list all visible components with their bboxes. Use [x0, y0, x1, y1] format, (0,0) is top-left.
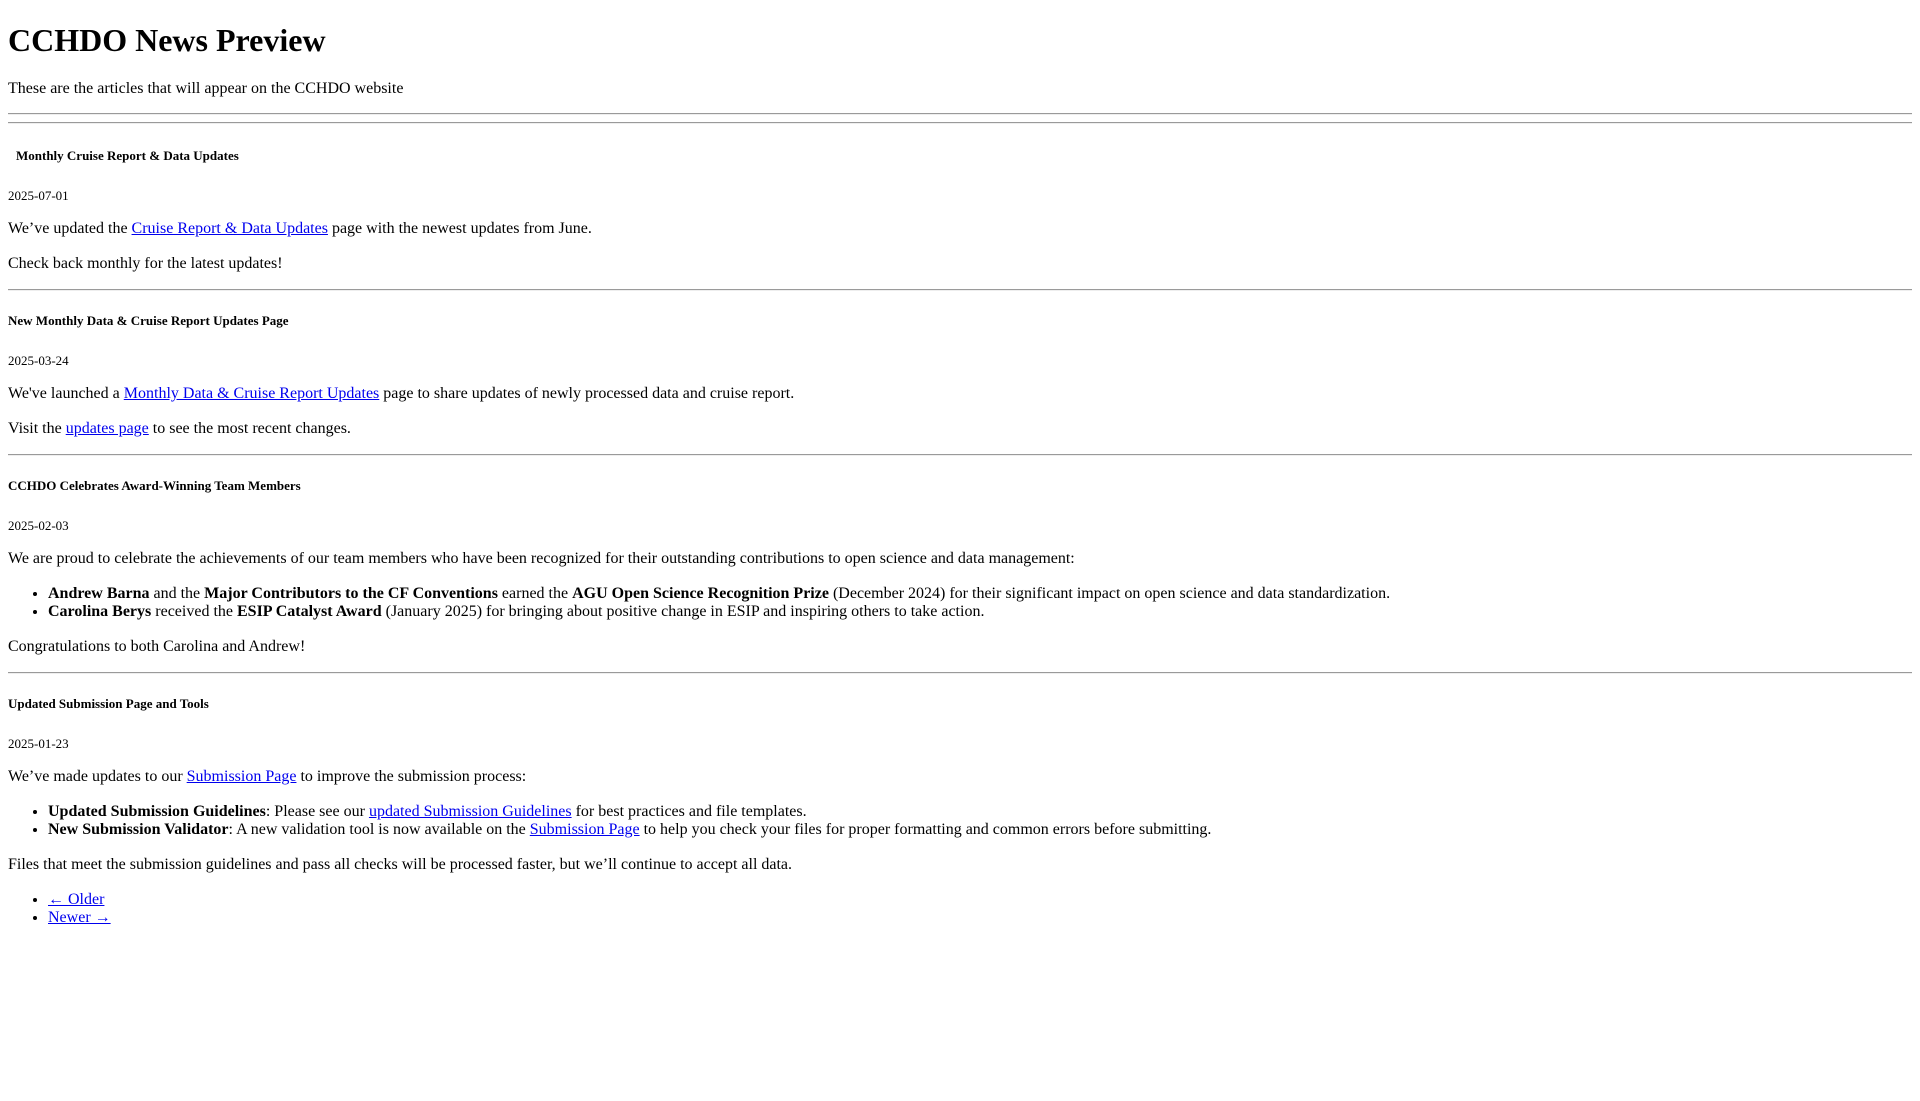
article-new-updates-page: New Monthly Data & Cruise Report Updates… — [8, 313, 1912, 438]
list-item: Andrew Barna and the Major Contributors … — [48, 585, 1912, 603]
article-monthly-cruise-report: Monthly Cruise Report & Data Updates 202… — [8, 148, 1912, 273]
list-item: New Submission Validator: A new validati… — [48, 821, 1912, 839]
article-title: Monthly Cruise Report & Data Updates — [16, 148, 239, 163]
updates-page-link[interactable]: updates page — [66, 420, 149, 437]
article-paragraph: We've launched a Monthly Data & Cruise R… — [8, 385, 795, 402]
pager-item: Newer → — [48, 909, 1912, 927]
monthly-updates-link[interactable]: Monthly Data & Cruise Report Updates — [124, 385, 380, 402]
pager-item: ← Older — [48, 891, 1912, 909]
list-item: Updated Submission Guidelines: Please se… — [48, 803, 1912, 821]
newer-link[interactable]: Newer → — [48, 909, 111, 926]
article-divider — [8, 672, 1912, 674]
article-paragraph: Visit the updates page to see the most r… — [8, 420, 351, 437]
article-divider — [8, 289, 1912, 291]
older-link[interactable]: ← Older — [48, 891, 104, 908]
article-date: 2025-07-01 — [8, 188, 69, 203]
article-title: New Monthly Data & Cruise Report Updates… — [8, 313, 289, 328]
submission-page-link[interactable]: Submission Page — [530, 821, 640, 838]
article-paragraph: Check back monthly for the latest update… — [8, 255, 283, 272]
article-divider — [8, 454, 1912, 456]
award-list: Andrew Barna and the Major Contributors … — [8, 585, 1912, 621]
article-date: 2025-03-24 — [8, 353, 69, 368]
submission-list: Updated Submission Guidelines: Please se… — [8, 803, 1912, 839]
submission-guidelines-link[interactable]: updated Submission Guidelines — [369, 803, 572, 820]
article-submission-tools: Updated Submission Page and Tools 2025-0… — [8, 696, 1912, 874]
page-subtitle: These are the articles that will appear … — [8, 80, 404, 97]
article-date: 2025-02-03 — [8, 518, 69, 533]
list-item: Carolina Berys received the ESIP Catalys… — [48, 603, 1912, 621]
article-paragraph: We’ve made updates to our Submission Pag… — [8, 768, 527, 785]
article-paragraph: We are proud to celebrate the achievemen… — [8, 550, 1075, 567]
article-title: Updated Submission Page and Tools — [8, 696, 209, 711]
article-paragraph: Congratulations to both Carolina and And… — [8, 638, 306, 655]
article-date: 2025-01-23 — [8, 736, 69, 751]
article-paragraph: We’ve updated the Cruise Report & Data U… — [8, 220, 592, 237]
pagination: ← Older Newer → — [8, 891, 1912, 927]
submission-page-link[interactable]: Submission Page — [187, 768, 297, 785]
article-award-winners: CCHDO Celebrates Award-Winning Team Memb… — [8, 478, 1912, 656]
article-paragraph: Files that meet the submission guideline… — [8, 856, 793, 873]
page-title: CCHDO News Preview — [8, 22, 326, 58]
article-title: CCHDO Celebrates Award-Winning Team Memb… — [8, 478, 301, 493]
cruise-report-updates-link[interactable]: Cruise Report & Data Updates — [132, 220, 328, 237]
divider — [8, 113, 1912, 115]
divider — [8, 122, 1912, 124]
